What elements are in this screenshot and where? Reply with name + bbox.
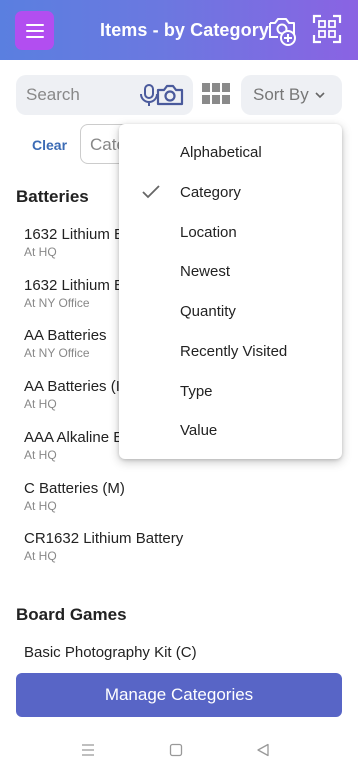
chevron-down-icon bbox=[315, 92, 325, 99]
camera-add-icon[interactable] bbox=[266, 14, 298, 46]
manage-categories-button[interactable]: Manage Categories bbox=[16, 673, 342, 717]
checkmark-icon bbox=[142, 185, 160, 199]
camera-icon[interactable] bbox=[156, 83, 184, 107]
item-location: At HQ bbox=[24, 549, 57, 563]
sort-by-button[interactable]: Sort By bbox=[241, 75, 342, 115]
sort-option-quantity[interactable]: Quantity bbox=[180, 303, 236, 320]
home-icon[interactable] bbox=[169, 743, 183, 757]
hamburger-icon bbox=[25, 23, 44, 38]
search-input[interactable] bbox=[26, 84, 126, 106]
item-location: At HQ bbox=[24, 499, 57, 513]
sort-by-label: Sort By bbox=[253, 85, 309, 104]
app-header: Items - by Category bbox=[0, 0, 358, 60]
sort-option-type[interactable]: Type bbox=[180, 383, 213, 400]
menu-button[interactable] bbox=[15, 11, 54, 50]
item-name: CR1632 Lithium Battery bbox=[24, 530, 184, 547]
sort-option-value[interactable]: Value bbox=[180, 422, 217, 439]
item-name: AA Batteries bbox=[24, 327, 107, 344]
item-name: 1632 Lithium E bbox=[24, 226, 125, 243]
system-nav-bar bbox=[0, 738, 358, 764]
sort-option-location[interactable]: Location bbox=[180, 224, 237, 241]
clear-filter-link[interactable]: Clear bbox=[32, 137, 67, 153]
section-title-batteries: Batteries bbox=[16, 187, 89, 206]
qr-scan-icon[interactable] bbox=[312, 14, 342, 44]
sort-option-newest[interactable]: Newest bbox=[180, 263, 230, 280]
item-location: At HQ bbox=[24, 397, 57, 411]
back-icon[interactable] bbox=[256, 743, 270, 757]
sort-option-alphabetical[interactable]: Alphabetical bbox=[180, 144, 262, 161]
item-location: At HQ bbox=[24, 448, 57, 462]
item-name: C Batteries (M) bbox=[24, 480, 125, 497]
item-name: AAA Alkaline E bbox=[24, 429, 124, 446]
item-name: Basic Photography Kit (C) bbox=[24, 644, 197, 661]
sort-option-recently-visited[interactable]: Recently Visited bbox=[180, 343, 287, 360]
item-name: 1632 Lithium E bbox=[24, 277, 125, 294]
item-location: At NY Office bbox=[24, 346, 90, 360]
search-box bbox=[16, 75, 193, 115]
page-title: Items - by Category bbox=[100, 20, 269, 40]
sort-option-category[interactable]: Category bbox=[180, 184, 241, 201]
section-title-board-games: Board Games bbox=[16, 605, 127, 624]
recent-apps-icon[interactable] bbox=[80, 743, 96, 757]
item-location: At HQ bbox=[24, 245, 57, 259]
grid-view-icon[interactable] bbox=[202, 83, 230, 105]
item-name: AA Batteries (I bbox=[24, 378, 120, 395]
item-location: At NY Office bbox=[24, 296, 90, 310]
sort-menu: Alphabetical Category Location Newest Qu… bbox=[119, 124, 342, 459]
